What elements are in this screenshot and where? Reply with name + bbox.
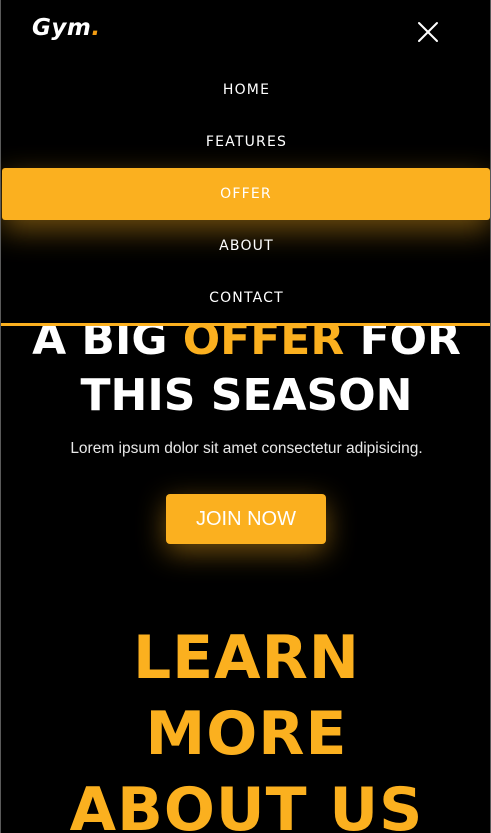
hero-title-line2: THIS SEASON [80, 370, 413, 421]
join-now-button[interactable]: JOIN NOW [166, 494, 326, 544]
close-menu-button[interactable] [414, 18, 442, 46]
learn-more-heading: LEARN MORE ABOUT US [1, 620, 490, 833]
learn-more-line2: MORE [145, 699, 348, 769]
nav-item-offer[interactable]: OFFER [2, 168, 490, 220]
join-now-label: JOIN NOW [196, 507, 296, 530]
learn-more-line1: LEARN [132, 623, 361, 693]
nav-item-contact[interactable]: CONTACT [1, 272, 490, 324]
hero-title: A BIG OFFER FOR THIS SEASON [1, 312, 490, 424]
nav-item-label: FEATURES [205, 134, 288, 150]
close-icon [418, 22, 438, 42]
nav-item-about[interactable]: ABOUT [1, 220, 490, 272]
nav-menu: HOME FEATURES OFFER ABOUT CONTACT [1, 64, 490, 326]
nav-item-label: ABOUT [219, 238, 274, 254]
nav-item-label: OFFER [220, 186, 272, 202]
learn-more-line3: ABOUT US [69, 775, 424, 833]
nav-item-features[interactable]: FEATURES [1, 116, 490, 168]
nav-item-label: CONTACT [209, 290, 284, 306]
logo-dot: . [91, 15, 101, 41]
hero-subtitle: Lorem ipsum dolor sit amet consectetur a… [70, 440, 423, 457]
nav-item-home[interactable]: HOME [1, 64, 490, 116]
logo-text: Gym [32, 15, 92, 41]
nav-item-label: HOME [222, 82, 271, 98]
logo[interactable]: Gym. [32, 15, 101, 41]
page-frame: Gym. HOME FEATURES OFFER ABOUT CONTACT A… [0, 0, 491, 833]
